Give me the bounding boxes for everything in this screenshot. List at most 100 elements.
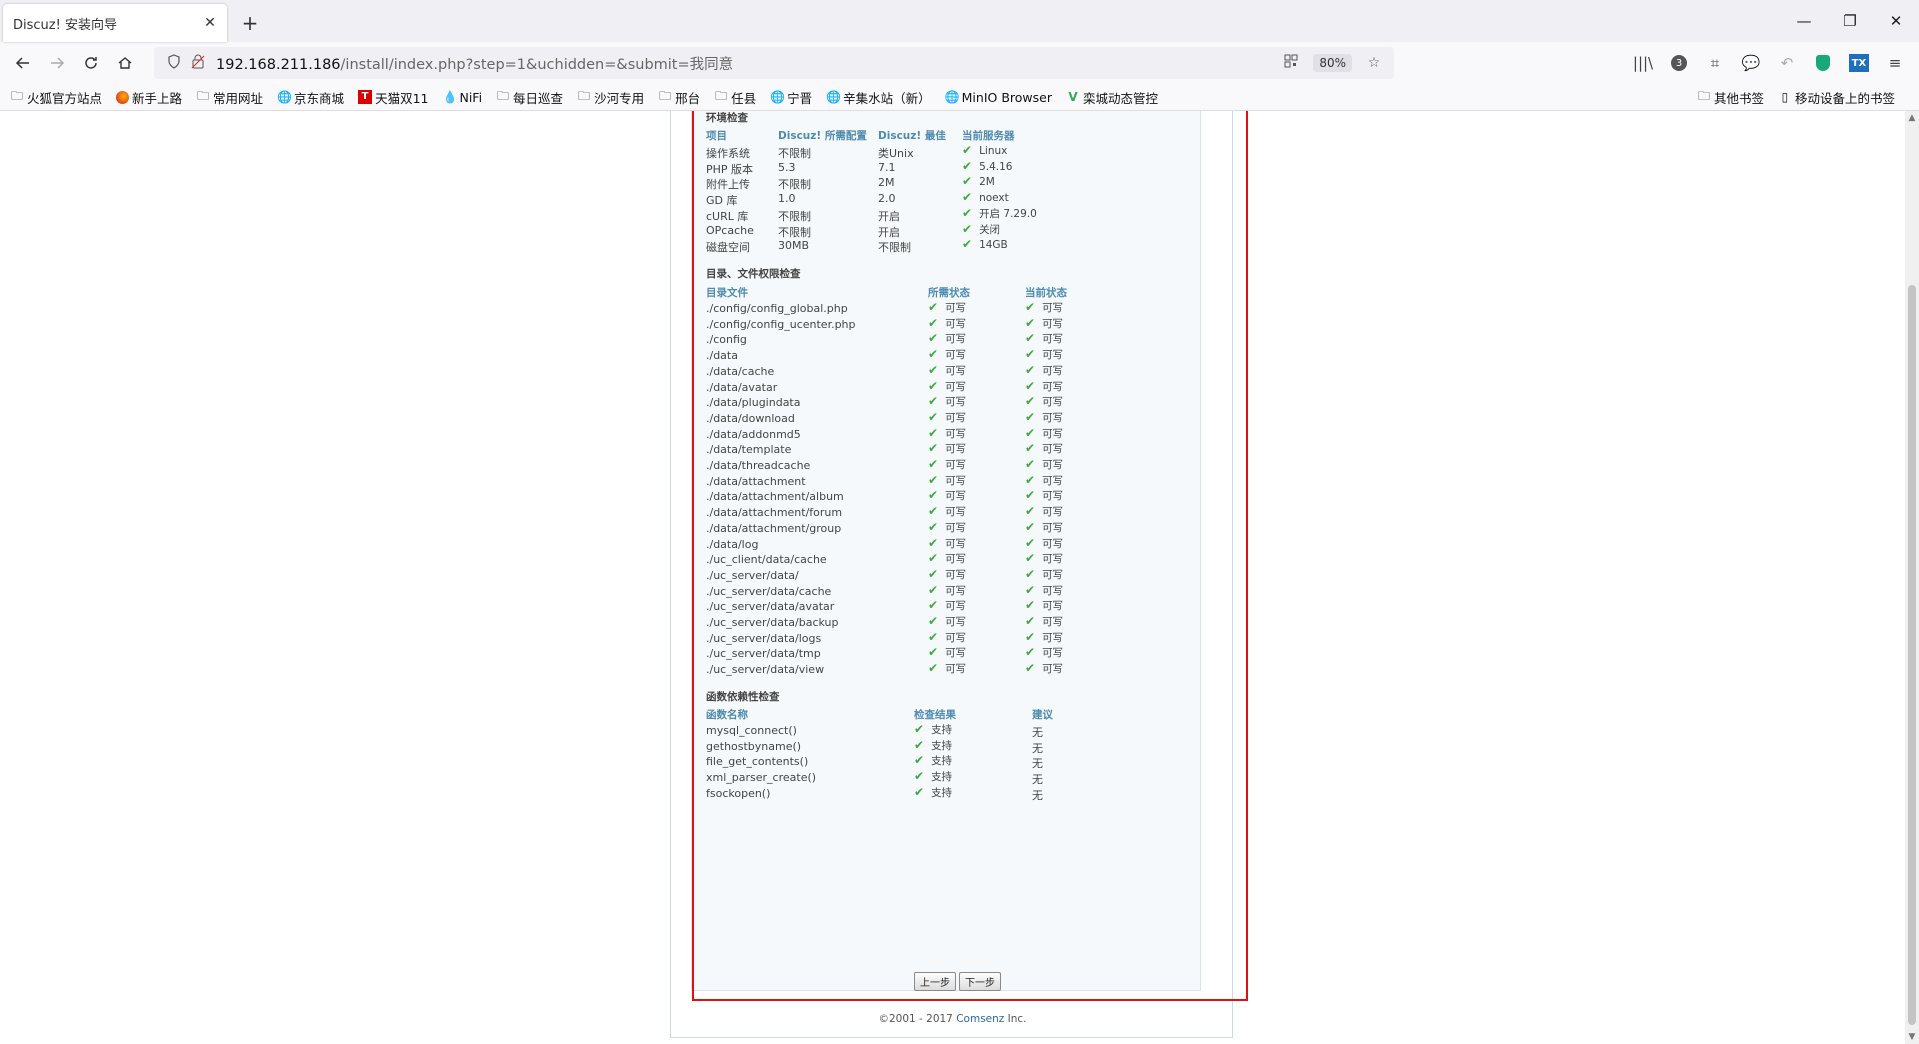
dir-path: ./data/log xyxy=(706,537,759,551)
bookmark-item[interactable]: 🗀 其他书签 xyxy=(1697,87,1764,108)
next-step-button[interactable]: 下一步 xyxy=(959,972,1001,991)
function-name: mysql_connect() xyxy=(706,724,797,737)
dir-required-status: ✔ 可写 xyxy=(928,473,966,488)
dir-required-status: ✔ 可写 xyxy=(928,583,966,598)
bookmark-label: NiFi xyxy=(459,89,483,105)
library-icon[interactable]: |||\ xyxy=(1625,47,1661,79)
bookmark-item[interactable]: T 天猫双11 xyxy=(358,87,428,108)
dir-path: ./uc_server/data/avatar xyxy=(706,600,835,614)
funcs-header: 检查结果 xyxy=(914,709,956,721)
crop-icon[interactable]: ⌗ xyxy=(1697,47,1733,79)
dir-path: ./data/attachment xyxy=(706,474,806,488)
dir-current-status: ✔ 可写 xyxy=(1025,567,1063,582)
browser-tab[interactable]: Discuz! 安装向导 ✕ xyxy=(3,4,227,42)
bookmark-item[interactable]: 🗀 每日巡查 xyxy=(496,87,563,108)
bookmark-item[interactable]: 🌐 京东商城 xyxy=(277,87,344,108)
bookmark-star-icon[interactable]: ☆ xyxy=(1362,55,1386,71)
dir-current-status-text: 可写 xyxy=(1042,317,1064,330)
home-icon xyxy=(118,57,132,69)
check-icon: ✔ xyxy=(928,551,939,566)
env-current-value: ✔ Linux xyxy=(962,143,1007,157)
bookmark-item[interactable]: 🗀 任县 xyxy=(714,87,756,108)
bookmark-item[interactable]: V 栾城动态管控 xyxy=(1066,87,1158,108)
bookmark-item[interactable]: 🌐 辛集水站（新） xyxy=(826,87,931,108)
comsenz-link[interactable]: Comsenz xyxy=(956,1013,1004,1025)
address-bar[interactable]: 192.168.211.186/install/index.php?step=1… xyxy=(154,47,1394,79)
folder-icon: 🗀 xyxy=(659,88,672,103)
dir-path: ./data xyxy=(706,349,738,363)
check-icon: ✔ xyxy=(928,347,939,362)
dir-required-status-text: 可写 xyxy=(945,663,967,676)
translate-icon[interactable]: TX xyxy=(1841,47,1877,79)
check-icon: ✔ xyxy=(928,378,939,393)
function-name: fsockopen() xyxy=(706,786,771,800)
check-icon: ✔ xyxy=(914,784,925,799)
bookmark-label: 新手上路 xyxy=(132,90,183,106)
env-cell: 30MB xyxy=(778,239,810,253)
env-cell: 不限制 xyxy=(778,225,811,239)
minimize-button[interactable]: — xyxy=(1781,0,1827,42)
scrollbar-thumb[interactable] xyxy=(1908,285,1916,1025)
dir-path: ./config/config_global.php xyxy=(706,302,848,315)
menu-icon[interactable]: ≡ xyxy=(1877,47,1913,79)
url-host: 192.168.211.186 xyxy=(216,56,341,73)
dir-current-status: ✔ 可写 xyxy=(1025,645,1063,660)
dir-required-status: ✔ 可写 xyxy=(928,551,966,566)
page-scrollbar[interactable]: ▲ ▼ xyxy=(1905,111,1919,1044)
bookmark-item[interactable]: 新手上路 xyxy=(116,87,182,108)
tab-title: Discuz! 安装向导 xyxy=(13,17,117,33)
scroll-up-icon[interactable]: ▲ xyxy=(1907,113,1917,123)
dir-path: ./data/plugindata xyxy=(706,396,801,410)
check-icon: ✔ xyxy=(928,488,939,503)
zoom-level[interactable]: 80% xyxy=(1313,54,1352,72)
env-cell: 2M xyxy=(878,176,895,190)
bookmark-item[interactable]: ▯ 移动设备上的书签 xyxy=(1778,87,1895,108)
scroll-down-icon[interactable]: ▼ xyxy=(1907,1032,1917,1042)
bookmark-item[interactable]: 🗀 火狐官方站点 xyxy=(10,87,102,108)
bookmark-item[interactable]: 💧 NiFi xyxy=(442,87,482,108)
url-path: /install/index.php?step=1&uchidden=&subm… xyxy=(340,56,734,73)
prev-step-button[interactable]: 上一步 xyxy=(914,972,956,991)
bookmark-label: 沙河专用 xyxy=(594,90,645,106)
bookmark-item[interactable]: 🗀 邢台 xyxy=(658,87,700,108)
check-icon: ✔ xyxy=(914,722,925,736)
env-cell: 5.3 xyxy=(778,160,796,174)
dir-required-status: ✔ 可写 xyxy=(928,614,966,629)
insecure-lock-icon[interactable] xyxy=(186,54,210,73)
dir-required-status: ✔ 可写 xyxy=(928,661,966,676)
restore-button[interactable]: ❐ xyxy=(1827,0,1873,42)
check-icon: ✔ xyxy=(1025,614,1036,628)
bookmark-item[interactable]: 🗀 常用网址 xyxy=(196,87,263,108)
qr-code-icon[interactable] xyxy=(1279,54,1303,72)
reload-button[interactable] xyxy=(74,47,108,79)
dirs-header: 目录文件 xyxy=(706,287,748,299)
tab-close-icon[interactable]: ✕ xyxy=(201,15,219,31)
function-name: xml_parser_create() xyxy=(706,771,817,785)
bookmark-item[interactable]: 🌐 宁晋 xyxy=(770,87,812,108)
close-window-button[interactable]: ✕ xyxy=(1873,0,1919,42)
new-tab-button[interactable]: + xyxy=(233,6,267,40)
step-buttons: 上一步 下一步 xyxy=(914,972,1001,991)
bookmark-item[interactable]: 🌐 MinIO Browser xyxy=(945,87,1052,108)
env-current-value: ✔ 5.4.16 xyxy=(962,159,1012,173)
undo-icon[interactable]: ↶ xyxy=(1769,47,1805,79)
tracking-shield-icon[interactable] xyxy=(162,53,186,73)
url-text[interactable]: 192.168.211.186/install/index.php?step=1… xyxy=(216,53,1279,74)
bookmark-label: 天猫双11 xyxy=(375,90,429,106)
dir-required-status-text: 可写 xyxy=(945,584,967,597)
bookmark-item[interactable]: 🗀 沙河专用 xyxy=(577,87,644,108)
env-current-value-text: 开启 7.29.0 xyxy=(979,207,1037,220)
bookmark-label: 火狐官方站点 xyxy=(27,90,103,106)
dir-required-status-text: 可写 xyxy=(945,631,967,644)
shield-extension-icon[interactable] xyxy=(1805,47,1841,79)
forward-button[interactable] xyxy=(40,47,74,79)
dir-required-status-text: 可写 xyxy=(945,443,967,456)
back-button[interactable] xyxy=(6,47,40,79)
dir-current-status-text: 可写 xyxy=(1042,474,1064,487)
extension-badge[interactable]: 3 xyxy=(1661,47,1697,79)
dir-current-status-text: 可写 xyxy=(1042,349,1064,362)
home-button[interactable] xyxy=(108,47,142,79)
check-icon: ✔ xyxy=(1025,582,1036,597)
dir-current-status-text: 可写 xyxy=(1042,364,1064,377)
chat-icon[interactable]: 💬 xyxy=(1733,47,1769,79)
